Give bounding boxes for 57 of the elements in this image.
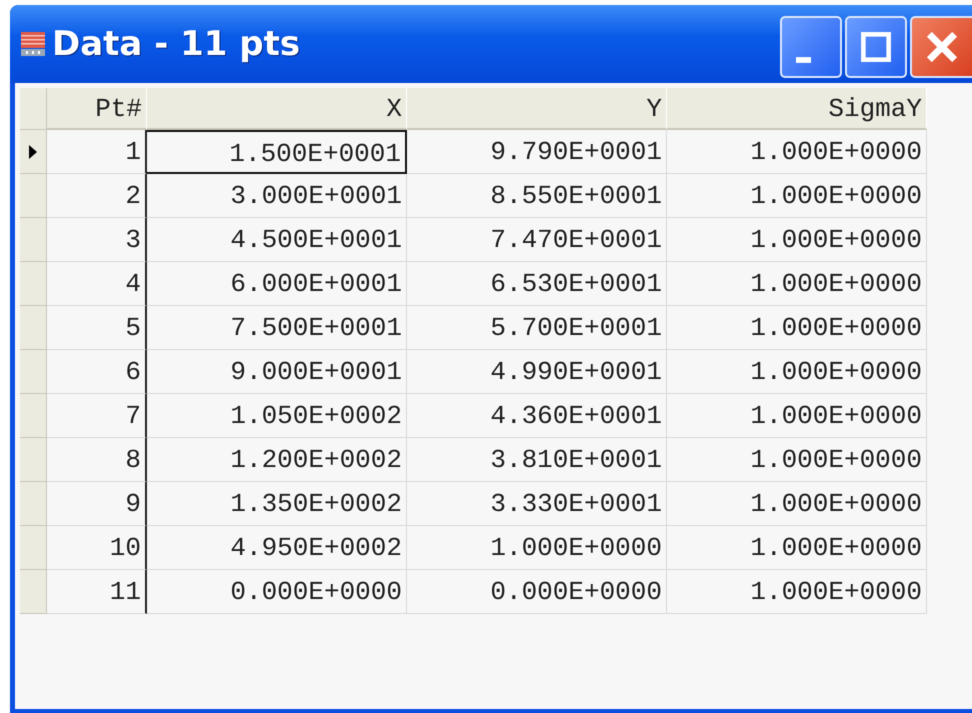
table-cell: 0.000E+0000 (147, 570, 407, 614)
table-cell: 1.000E+0000 (667, 174, 927, 218)
table-cell: 1.050E+0002 (147, 394, 407, 438)
row-number: 6 (47, 350, 147, 394)
table-cell: 4.950E+0002 (147, 526, 407, 570)
table-cell: 0.000E+0000 (407, 570, 667, 614)
current-row-icon (28, 144, 38, 160)
column-header[interactable]: X (147, 88, 407, 130)
table-cell: 4.500E+0001 (147, 218, 407, 262)
table-cell: 1.000E+0000 (667, 570, 927, 614)
table-cell: 7.500E+0001 (147, 306, 407, 350)
table-cell: 4.990E+0001 (407, 350, 667, 394)
table-icon (20, 31, 46, 57)
table-cell: 1.000E+0000 (667, 306, 927, 350)
row-number: 2 (47, 174, 147, 218)
minimize-icon (796, 57, 810, 63)
table-cell: 9.000E+0001 (147, 350, 407, 394)
table-cell: 6.530E+0001 (407, 262, 667, 306)
table-cell: 1.000E+0000 (667, 262, 927, 306)
row-number: 8 (47, 438, 147, 482)
corner-cell (20, 88, 47, 130)
table-cell: 6.000E+0001 (147, 262, 407, 306)
table-cell: 1.000E+0000 (667, 394, 927, 438)
table-cell: 1.000E+0000 (667, 130, 927, 174)
table-cell: 1.000E+0000 (667, 218, 927, 262)
row-number: 5 (47, 306, 147, 350)
table-cell: 4.360E+0001 (407, 394, 667, 438)
table-cell: 1.500E+0001 (147, 130, 407, 174)
column-header[interactable]: SigmaY (667, 88, 927, 130)
window-title: Data - 11 pts (52, 24, 300, 64)
close-button[interactable] (910, 16, 972, 78)
table-cell: 7.470E+0001 (407, 218, 667, 262)
table-cell: 1.000E+0000 (667, 482, 927, 526)
table-cell: 1.000E+0000 (667, 526, 927, 570)
table-cell: 5.700E+0001 (407, 306, 667, 350)
row-number: 1 (47, 130, 147, 174)
row-number: 7 (47, 394, 147, 438)
table-cell: 1.200E+0002 (147, 438, 407, 482)
row-number: 9 (47, 482, 147, 526)
maximize-button[interactable] (845, 16, 907, 78)
table-cell: 1.000E+0000 (407, 526, 667, 570)
row-number: 11 (47, 570, 147, 614)
minimize-button[interactable] (780, 16, 842, 78)
table-cell: 9.790E+0001 (407, 130, 667, 174)
table-cell: 1.350E+0002 (147, 482, 407, 526)
column-header[interactable]: Y (407, 88, 667, 130)
column-header[interactable]: Pt# (47, 88, 147, 130)
row-number: 4 (47, 262, 147, 306)
table-cell: 1.000E+0000 (667, 438, 927, 482)
table-cell: 3.330E+0001 (407, 482, 667, 526)
row-number: 10 (47, 526, 147, 570)
table-cell: 3.000E+0001 (147, 174, 407, 218)
table-cell: 1.000E+0000 (667, 350, 927, 394)
row-number: 3 (47, 218, 147, 262)
table-cell: 8.550E+0001 (407, 174, 667, 218)
row-indicator[interactable] (20, 130, 47, 174)
table-cell: 3.810E+0001 (407, 438, 667, 482)
